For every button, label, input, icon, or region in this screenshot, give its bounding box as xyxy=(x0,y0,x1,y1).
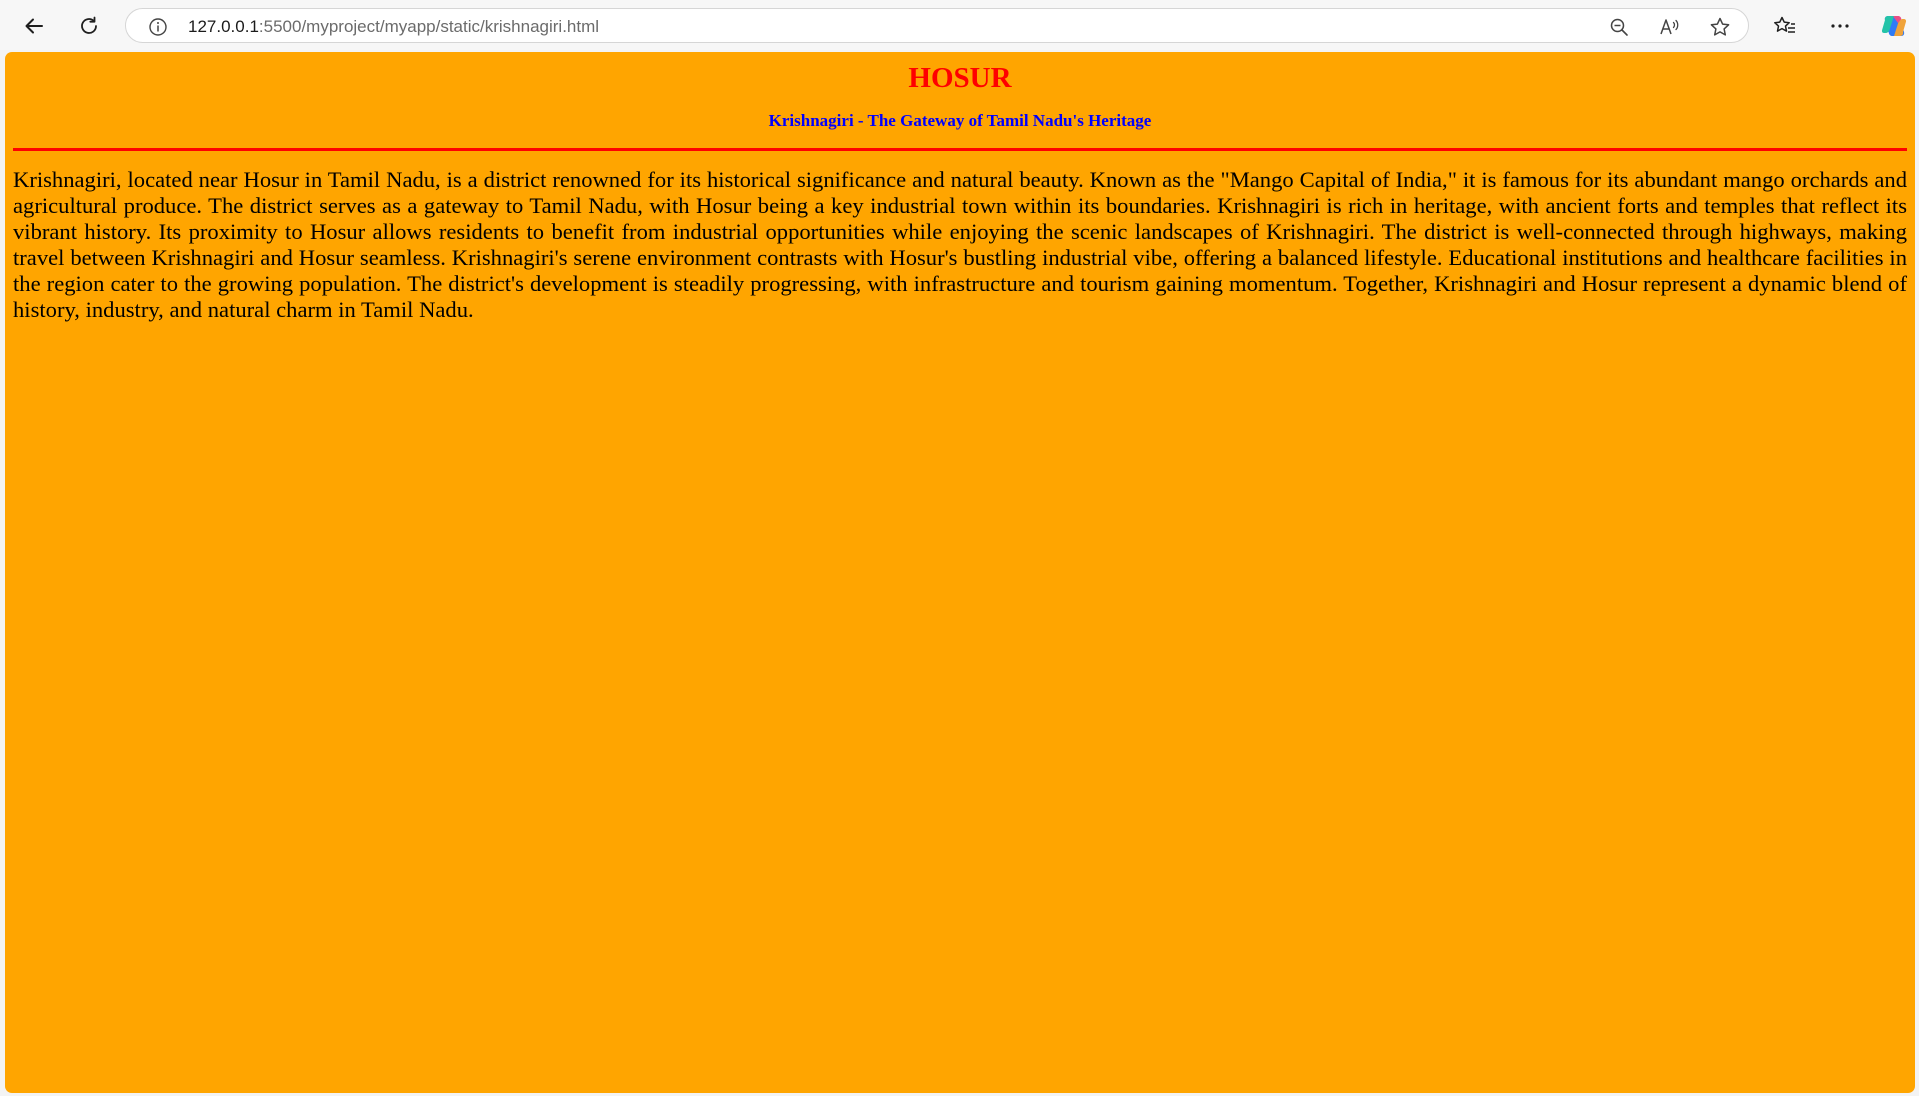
star-icon[interactable] xyxy=(1709,16,1731,38)
page-subtitle: Krishnagiri - The Gateway of Tamil Nadu'… xyxy=(768,111,1152,130)
title-divider xyxy=(13,148,1907,151)
page-title: HOSUR xyxy=(908,62,1012,94)
browser-toolbar: 127.0.0.1:5500/myproject/myapp/static/kr… xyxy=(0,0,1919,50)
address-bar[interactable]: 127.0.0.1:5500/myproject/myapp/static/kr… xyxy=(125,8,1749,43)
body-paragraph: Krishnagiri, located near Hosur in Tamil… xyxy=(13,167,1907,322)
page-content: HOSUR Krishnagiri - The Gateway of Tamil… xyxy=(5,52,1915,1093)
copilot-icon[interactable] xyxy=(1877,9,1911,43)
back-arrow-icon[interactable] xyxy=(17,9,51,43)
more-icon[interactable] xyxy=(1823,9,1857,43)
info-icon[interactable] xyxy=(147,16,169,38)
url-text[interactable]: 127.0.0.1:5500/myproject/myapp/static/kr… xyxy=(188,17,599,37)
zoom-out-icon[interactable] xyxy=(1608,16,1630,38)
read-aloud-icon[interactable] xyxy=(1659,16,1681,38)
favorites-icon[interactable] xyxy=(1768,9,1802,43)
refresh-icon[interactable] xyxy=(72,9,106,43)
url-path: :5500/myproject/myapp/static/krishnagiri… xyxy=(258,17,600,36)
url-host: 127.0.0.1 xyxy=(188,17,259,36)
